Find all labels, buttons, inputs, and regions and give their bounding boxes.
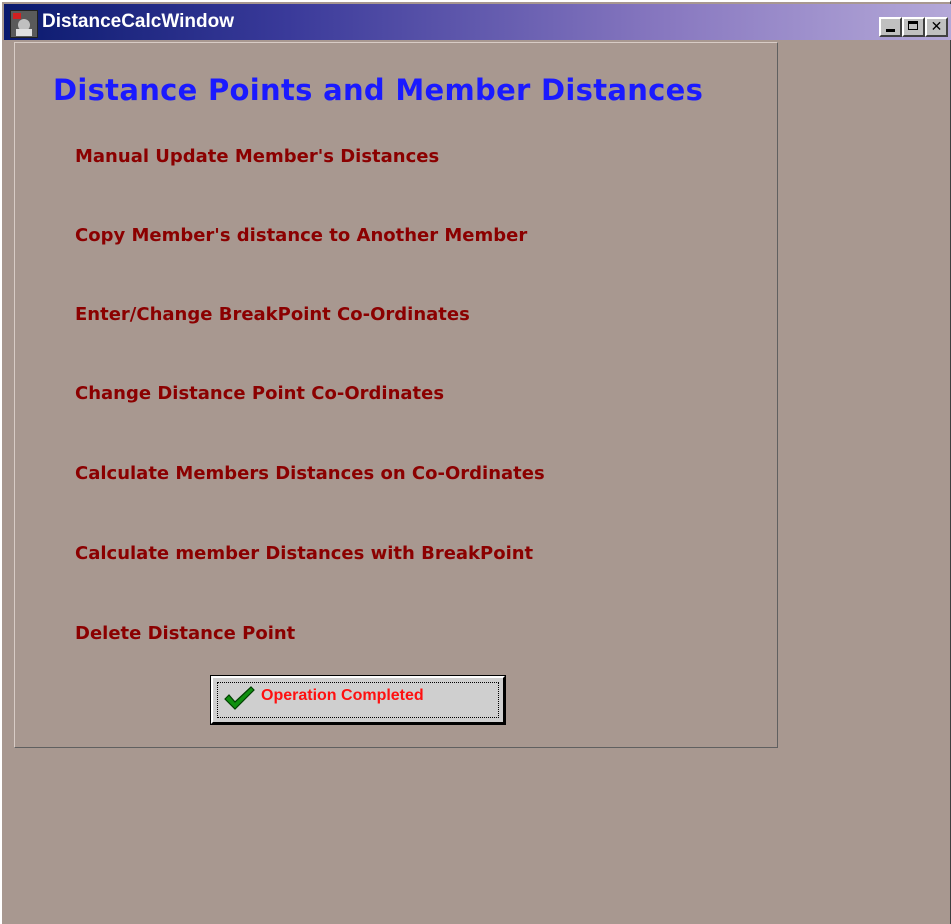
maximize-icon [908, 21, 918, 30]
menu-calculate-on-coordinates[interactable]: Calculate Members Distances on Co-Ordina… [75, 463, 545, 484]
menu-manual-update-distances[interactable]: Manual Update Member's Distances [75, 146, 439, 167]
menu-enter-change-breakpoint[interactable]: Enter/Change BreakPoint Co-Ordinates [75, 304, 470, 325]
menu-copy-member-distance[interactable]: Copy Member's distance to Another Member [75, 225, 527, 246]
operation-completed-button[interactable]: Operation Completed [210, 675, 506, 725]
app-icon-flag [13, 13, 21, 19]
panel-heading: Distance Points and Member Distances [53, 73, 704, 107]
close-button[interactable]: ✕ [925, 17, 948, 37]
distance-calc-window: DistanceCalcWindow ✕ Distance Points and… [0, 0, 951, 924]
maximize-button[interactable] [902, 17, 925, 37]
status-button-label: Operation Completed [261, 687, 424, 704]
app-icon-body [16, 29, 32, 36]
window-title: DistanceCalcWindow [42, 11, 234, 32]
minimize-icon [886, 29, 895, 32]
app-icon[interactable] [10, 10, 38, 38]
menu-calculate-with-breakpoint[interactable]: Calculate member Distances with BreakPoi… [75, 543, 533, 564]
checkmark-icon [224, 686, 255, 710]
menu-change-distance-point[interactable]: Change Distance Point Co-Ordinates [75, 383, 444, 404]
menu-delete-distance-point[interactable]: Delete Distance Point [75, 623, 295, 644]
minimize-button[interactable] [879, 17, 902, 37]
close-icon: ✕ [930, 19, 943, 35]
distance-menu-panel: Distance Points and Member Distances Man… [14, 42, 778, 748]
title-bar[interactable]: DistanceCalcWindow ✕ [4, 4, 951, 40]
